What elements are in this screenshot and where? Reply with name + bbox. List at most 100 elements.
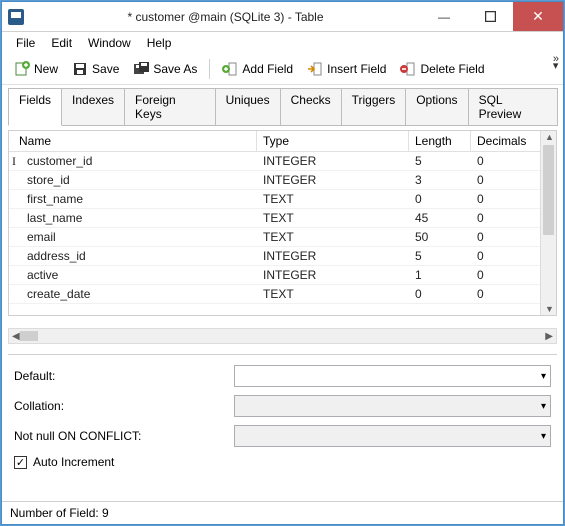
cell-type[interactable]: TEXT <box>257 228 409 246</box>
horizontal-scrollbar[interactable]: ◀ ▶ <box>8 328 557 344</box>
toolbar-overflow[interactable]: »▾ <box>553 56 557 70</box>
cell-length[interactable]: 0 <box>409 285 471 303</box>
insertfield-label: Insert Field <box>327 62 386 76</box>
cell-length[interactable]: 5 <box>409 152 471 170</box>
fields-grid[interactable]: Name Type Length Decimals Icustomer_idIN… <box>8 130 557 316</box>
window-title: * customer @main (SQLite 3) - Table <box>30 10 421 24</box>
menu-help[interactable]: Help <box>141 34 178 52</box>
cell-name[interactable]: active <box>9 266 257 284</box>
cell-length[interactable]: 0 <box>409 190 471 208</box>
scroll-thumb[interactable] <box>543 145 554 235</box>
addfield-button[interactable]: Add Field <box>216 58 299 80</box>
cell-decimals[interactable]: 0 <box>471 266 539 284</box>
scroll-up-icon[interactable]: ▲ <box>545 132 554 142</box>
tab-checks[interactable]: Checks <box>280 88 342 126</box>
cell-name[interactable]: last_name <box>9 209 257 227</box>
cell-decimals[interactable]: 0 <box>471 171 539 189</box>
cell-name[interactable]: store_id <box>9 171 257 189</box>
deletefield-button[interactable]: Delete Field <box>394 58 490 80</box>
table-row[interactable]: store_idINTEGER30 <box>9 171 540 190</box>
cell-length[interactable]: 50 <box>409 228 471 246</box>
new-icon <box>14 61 30 77</box>
col-name[interactable]: Name <box>9 131 257 151</box>
table-row[interactable]: create_dateTEXT00 <box>9 285 540 304</box>
cell-decimals[interactable]: 0 <box>471 228 539 246</box>
cell-type[interactable]: INTEGER <box>257 171 409 189</box>
cell-length[interactable]: 45 <box>409 209 471 227</box>
save-button[interactable]: Save <box>66 58 125 80</box>
grid-header: Name Type Length Decimals <box>9 131 540 152</box>
chevron-down-icon: ▾ <box>541 371 546 382</box>
toolbar: New Save Save As Add Field Insert Field <box>2 54 563 85</box>
tab-options[interactable]: Options <box>405 88 468 126</box>
menu-file[interactable]: File <box>10 34 41 52</box>
scroll-down-icon[interactable]: ▼ <box>545 304 554 314</box>
notnull-select[interactable]: ▾ <box>234 425 551 447</box>
notnull-label: Not null ON CONFLICT: <box>14 429 234 443</box>
cell-length[interactable]: 1 <box>409 266 471 284</box>
vertical-scrollbar[interactable]: ▲ ▼ <box>540 131 556 315</box>
cell-type[interactable]: TEXT <box>257 190 409 208</box>
cell-type[interactable]: INTEGER <box>257 152 409 170</box>
hscroll-thumb[interactable] <box>20 331 38 341</box>
addfield-label: Add Field <box>242 62 293 76</box>
field-properties: Default: ▾ Collation: ▾ Not null ON CONF… <box>8 354 557 475</box>
cell-type[interactable]: INTEGER <box>257 266 409 284</box>
new-label: New <box>34 62 58 76</box>
scroll-right-icon[interactable]: ▶ <box>545 331 553 342</box>
default-label: Default: <box>14 369 234 383</box>
tab-triggers[interactable]: Triggers <box>341 88 407 126</box>
cell-type[interactable]: TEXT <box>257 285 409 303</box>
table-row[interactable]: address_idINTEGER50 <box>9 247 540 266</box>
tab-sql-preview[interactable]: SQL Preview <box>468 88 558 126</box>
table-row[interactable]: last_nameTEXT450 <box>9 209 540 228</box>
col-length[interactable]: Length <box>409 131 471 151</box>
maximize-button[interactable] <box>467 2 513 31</box>
autoincrement-checkbox[interactable]: ✓ <box>14 456 27 469</box>
cell-type[interactable]: INTEGER <box>257 247 409 265</box>
cell-name[interactable]: first_name <box>9 190 257 208</box>
cell-name[interactable]: address_id <box>9 247 257 265</box>
tab-uniques[interactable]: Uniques <box>215 88 281 126</box>
cell-decimals[interactable]: 0 <box>471 285 539 303</box>
cell-type[interactable]: TEXT <box>257 209 409 227</box>
table-row[interactable]: Icustomer_idINTEGER50 <box>9 152 540 171</box>
close-button[interactable]: ✕ <box>513 2 563 31</box>
toolbar-separator <box>209 59 210 79</box>
deletefield-label: Delete Field <box>420 62 484 76</box>
col-decimals[interactable]: Decimals <box>471 131 539 151</box>
tab-fields[interactable]: Fields <box>8 88 62 126</box>
default-select[interactable]: ▾ <box>234 365 551 387</box>
new-button[interactable]: New <box>8 58 64 80</box>
cell-length[interactable]: 3 <box>409 171 471 189</box>
cell-decimals[interactable]: 0 <box>471 209 539 227</box>
statusbar: Number of Field: 9 <box>2 501 563 524</box>
minimize-button[interactable]: — <box>421 2 467 31</box>
table-row[interactable]: emailTEXT500 <box>9 228 540 247</box>
cell-decimals[interactable]: 0 <box>471 190 539 208</box>
deletefield-icon <box>400 61 416 77</box>
saveas-label: Save As <box>153 62 197 76</box>
menu-edit[interactable]: Edit <box>45 34 78 52</box>
menu-window[interactable]: Window <box>82 34 137 52</box>
table-row[interactable]: activeINTEGER10 <box>9 266 540 285</box>
cell-name[interactable]: create_date <box>9 285 257 303</box>
tab-indexes[interactable]: Indexes <box>61 88 125 126</box>
menubar: File Edit Window Help <box>2 32 563 54</box>
col-type[interactable]: Type <box>257 131 409 151</box>
saveas-button[interactable]: Save As <box>127 58 203 80</box>
tab-foreign-keys[interactable]: Foreign Keys <box>124 88 216 126</box>
chevron-down-icon: ▾ <box>541 431 546 442</box>
scroll-left-icon[interactable]: ◀ <box>12 331 20 342</box>
table-row[interactable]: first_nameTEXT00 <box>9 190 540 209</box>
cell-name[interactable]: email <box>9 228 257 246</box>
row-cursor-icon: I <box>12 154 16 169</box>
autoincrement-label: Auto Increment <box>33 455 114 469</box>
insertfield-button[interactable]: Insert Field <box>301 58 392 80</box>
cell-decimals[interactable]: 0 <box>471 152 539 170</box>
collation-select[interactable]: ▾ <box>234 395 551 417</box>
cell-name[interactable]: Icustomer_id <box>9 152 257 170</box>
tabs: Fields Indexes Foreign Keys Uniques Chec… <box>2 85 563 125</box>
cell-length[interactable]: 5 <box>409 247 471 265</box>
cell-decimals[interactable]: 0 <box>471 247 539 265</box>
